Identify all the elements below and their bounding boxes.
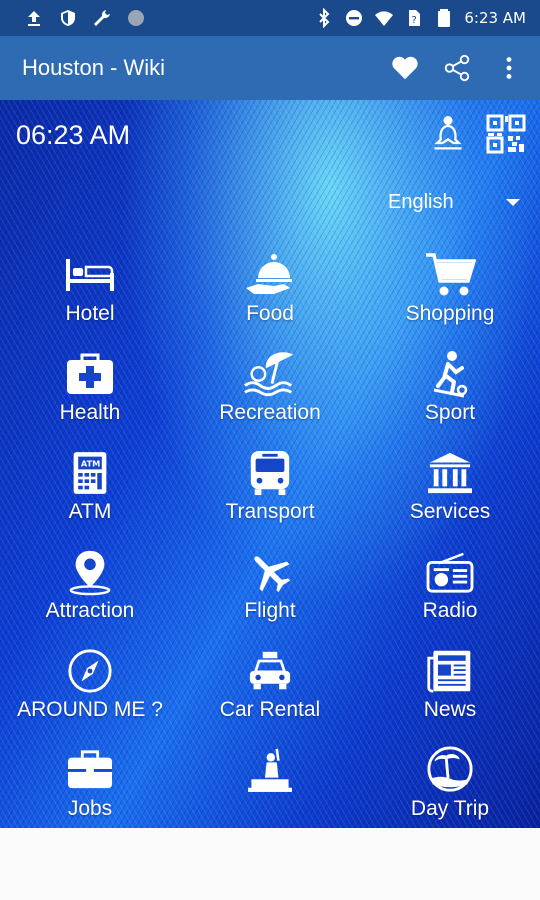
category-label: Services: [409, 500, 491, 523]
category-label: Recreation: [219, 401, 321, 424]
status-time: 6:23 AM: [464, 9, 526, 27]
category-news[interactable]: News: [360, 646, 540, 736]
compass-icon: [63, 646, 117, 696]
upload-icon: [24, 8, 44, 28]
beach-icon: [243, 349, 297, 399]
category-label: Food: [246, 302, 294, 325]
map-pin-icon: [63, 547, 117, 597]
bus-icon: [243, 448, 297, 498]
atm-icon: ATM: [63, 448, 117, 498]
do-not-disturb-icon: [344, 8, 364, 28]
briefcase-icon: [63, 745, 117, 795]
bottom-area: [0, 828, 540, 900]
category-label: Sport: [424, 401, 476, 424]
category-label: Health: [59, 401, 121, 424]
meditation-icon[interactable]: [428, 112, 468, 156]
category-around-me[interactable]: AROUND ME ?: [0, 646, 180, 736]
category-food[interactable]: Food: [180, 250, 360, 340]
category-day-trip[interactable]: Day Trip: [360, 745, 540, 828]
first-aid-icon: [63, 349, 117, 399]
taxi-icon: [243, 646, 297, 696]
category-label: Transport: [225, 500, 315, 523]
radio-icon: [423, 547, 477, 597]
sim-no-signal-icon: ?: [404, 8, 424, 28]
category-landmark[interactable]: [180, 745, 360, 828]
category-atm[interactable]: ATM ATM: [0, 448, 180, 538]
category-label: Flight: [244, 599, 296, 622]
category-transport[interactable]: Transport: [180, 448, 360, 538]
svg-text:?: ?: [412, 15, 417, 26]
shield-icon: [58, 8, 78, 28]
language-label: English: [388, 190, 454, 213]
category-car-rental[interactable]: Car Rental: [180, 646, 360, 736]
main-panel: 06:23 AM English Hotel Food Shopping Hea…: [0, 100, 540, 828]
newspaper-icon: [423, 646, 477, 696]
category-jobs[interactable]: Jobs: [0, 745, 180, 828]
statue-icon: [243, 745, 297, 795]
app-title: Houston - Wiki: [22, 55, 166, 80]
favorite-heart-icon[interactable]: [388, 51, 422, 85]
more-vert-icon[interactable]: [492, 51, 526, 85]
clock-display: 06:23 AM: [16, 120, 131, 150]
category-label: News: [423, 698, 477, 721]
wifi-icon: [374, 8, 394, 28]
dropdown-arrow-icon: [506, 198, 520, 206]
cart-icon: [423, 250, 477, 300]
bluetooth-icon: [314, 8, 334, 28]
food-icon: [243, 250, 297, 300]
category-radio[interactable]: Radio: [360, 547, 540, 637]
category-label: Shopping: [405, 302, 495, 325]
share-icon[interactable]: [440, 51, 474, 85]
category-flight[interactable]: Flight: [180, 547, 360, 637]
svg-text:ATM: ATM: [81, 459, 100, 469]
plane-icon: [243, 547, 297, 597]
category-hotel[interactable]: Hotel: [0, 250, 180, 340]
category-label: Radio: [422, 599, 478, 622]
bed-icon: [63, 250, 117, 300]
category-shopping[interactable]: Shopping: [360, 250, 540, 340]
battery-icon: [434, 8, 454, 28]
category-label: Car Rental: [219, 698, 321, 721]
category-label: Attraction: [45, 599, 135, 622]
qr-code-icon[interactable]: [486, 112, 526, 156]
category-health[interactable]: Health: [0, 349, 180, 439]
category-label: AROUND ME ?: [17, 698, 163, 721]
category-services[interactable]: Services: [360, 448, 540, 538]
language-selector[interactable]: English: [388, 188, 524, 216]
bank-icon: [423, 448, 477, 498]
status-bar: ? 6:23 AM: [0, 0, 540, 36]
category-sport[interactable]: Sport: [360, 349, 540, 439]
category-label: Hotel: [65, 302, 115, 325]
island-icon: [423, 745, 477, 795]
wrench-icon: [92, 8, 112, 28]
circle-icon: [126, 8, 146, 28]
sport-icon: [423, 349, 477, 399]
category-recreation[interactable]: Recreation: [180, 349, 360, 439]
app-bar: Houston - Wiki: [0, 36, 540, 100]
category-attraction[interactable]: Attraction: [0, 547, 180, 637]
category-label: Jobs: [67, 797, 113, 820]
category-label: ATM: [68, 500, 112, 523]
category-label: Day Trip: [410, 797, 490, 820]
